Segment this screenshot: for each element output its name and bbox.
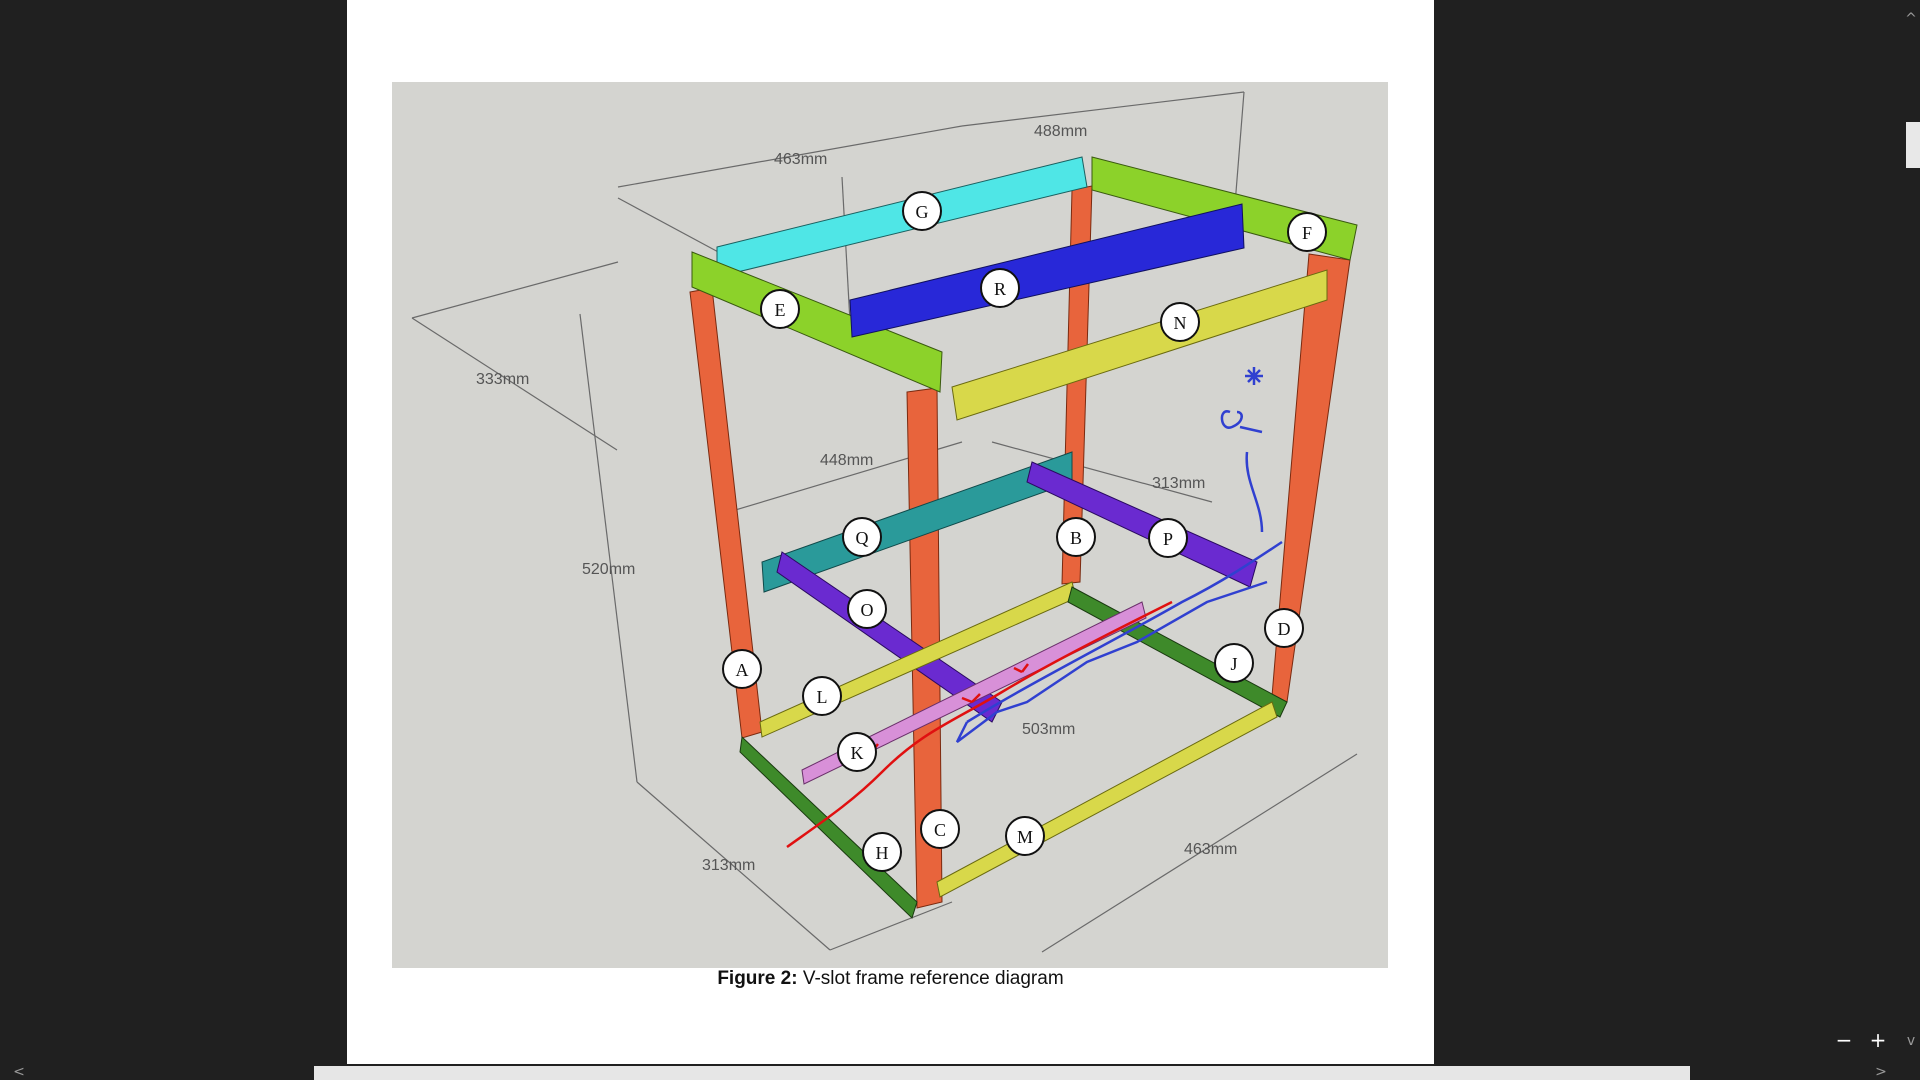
dim-463-top: 463mm <box>774 151 827 168</box>
horizontal-scrollbar[interactable]: < > <box>0 1064 1920 1080</box>
document-page: 488mm 463mm 333mm 448mm 313mm 520mm 503m… <box>347 0 1434 1064</box>
part-label-J: J <box>1214 643 1254 683</box>
part-label-P: P <box>1148 518 1188 558</box>
svg-text:O: O <box>861 600 874 620</box>
part-label-A: A <box>722 649 762 689</box>
svg-text:H: H <box>876 843 889 863</box>
svg-text:E: E <box>775 300 786 320</box>
horizontal-scroll-thumb[interactable] <box>314 1066 1690 1080</box>
svg-text:P: P <box>1163 529 1173 549</box>
frame-diagram-svg: 488mm 463mm 333mm 448mm 313mm 520mm 503m… <box>411 91 1358 953</box>
dim-520: 520mm <box>582 561 635 578</box>
svg-text:A: A <box>736 660 749 680</box>
svg-text:R: R <box>994 279 1006 299</box>
vertical-scroll-thumb[interactable] <box>1906 122 1920 168</box>
zoom-in-button[interactable]: + <box>1866 1030 1890 1050</box>
dim-313-mid: 313mm <box>1152 475 1205 492</box>
dim-448: 448mm <box>820 452 873 469</box>
svg-text:N: N <box>1174 313 1187 333</box>
dim-503: 503mm <box>1022 721 1075 738</box>
svg-text:M: M <box>1017 827 1033 847</box>
zoom-out-button[interactable]: − <box>1832 1030 1856 1050</box>
part-label-M: M <box>1005 816 1045 856</box>
part-label-G: G <box>902 191 942 231</box>
scroll-left-icon[interactable]: < <box>10 1064 28 1080</box>
part-label-K: K <box>837 732 877 772</box>
svg-text:J: J <box>1230 654 1237 674</box>
caption-text: V-slot frame reference diagram <box>797 968 1064 989</box>
dim-313-bottom: 313mm <box>702 857 755 874</box>
part-label-C: C <box>920 809 960 849</box>
svg-text:C: C <box>934 820 946 840</box>
part-label-O: O <box>847 589 887 629</box>
part-label-F: F <box>1287 212 1327 252</box>
svg-text:D: D <box>1278 619 1291 639</box>
svg-text:K: K <box>851 743 864 763</box>
svg-text:G: G <box>916 202 929 222</box>
svg-text:Q: Q <box>856 528 869 548</box>
part-label-Q: Q <box>842 517 882 557</box>
part-label-B: B <box>1056 517 1096 557</box>
part-label-L: L <box>802 676 842 716</box>
scroll-right-icon[interactable]: > <box>1872 1064 1890 1080</box>
dim-488: 488mm <box>1034 123 1087 140</box>
svg-text:F: F <box>1302 223 1312 243</box>
scroll-up-icon[interactable]: ^ <box>1902 10 1920 28</box>
part-label-D: D <box>1264 608 1304 648</box>
part-label-H: H <box>862 832 902 872</box>
frame-diagram-image: 488mm 463mm 333mm 448mm 313mm 520mm 503m… <box>392 82 1388 968</box>
dim-463-bottom: 463mm <box>1184 841 1237 858</box>
caption-label: Figure 2: <box>717 968 798 989</box>
svg-text:B: B <box>1070 528 1082 548</box>
scroll-down-icon[interactable]: v <box>1902 1032 1920 1050</box>
bottom-frame-extrusions <box>739 581 1288 919</box>
svg-text:L: L <box>817 687 828 707</box>
part-label-N: N <box>1160 302 1200 342</box>
part-label-E: E <box>760 289 800 329</box>
dim-333: 333mm <box>476 371 529 388</box>
figure-caption: Figure 2: V-slot frame reference diagram <box>347 968 1434 990</box>
vertical-scrollbar[interactable]: ^ v <box>1902 0 1920 1064</box>
part-label-R: R <box>980 268 1020 308</box>
